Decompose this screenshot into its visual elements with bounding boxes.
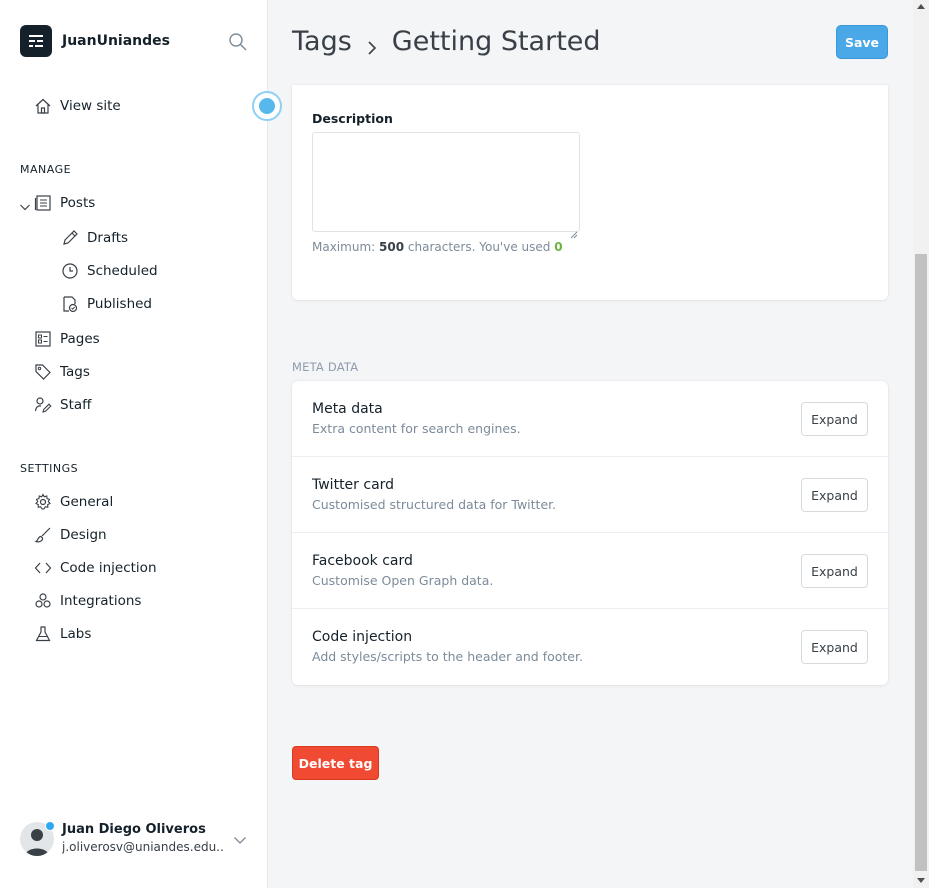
search-icon[interactable] [228,32,248,52]
chevron-down-icon[interactable] [19,198,31,211]
published-icon [61,295,79,313]
user-name: Juan Diego Oliveros [62,822,206,837]
meta-row-subtitle: Customised structured data for Twitter. [312,497,557,512]
nav-staff[interactable]: Staff [34,394,91,416]
nav-design-label: Design [60,527,107,543]
posts-icon [34,194,52,212]
code-icon [34,559,52,577]
scrollbar-thumb[interactable] [915,254,927,871]
nav-scheduled[interactable]: Scheduled [61,260,158,282]
expand-meta-data-button[interactable]: Expand [801,402,868,436]
meta-card: Meta data Extra content for search engin… [292,381,888,685]
description-textarea[interactable] [312,132,580,232]
expand-facebook-card-button[interactable]: Expand [801,554,868,588]
nav-integrations-label: Integrations [60,593,142,609]
description-card: Description Maximum: 500 characters. You… [292,85,888,300]
meta-row-title: Facebook card [312,553,413,569]
meta-row-title: Meta data [312,401,383,417]
page-title: Getting Started [391,26,601,57]
staff-icon [34,396,52,414]
nav-tags[interactable]: Tags [34,361,90,383]
gear-icon [34,493,52,511]
hint-middle: characters. You've used [407,240,551,254]
pencil-icon [61,229,79,247]
nav-drafts[interactable]: Drafts [61,227,128,249]
description-char-hint: Maximum: 500 characters. You've used 0 [312,240,563,254]
nav-view-site[interactable]: View site [34,95,121,117]
nav-labs[interactable]: Labs [34,623,91,645]
breadcrumb: Tags Getting Started [292,26,601,57]
integrations-icon [34,592,52,610]
brush-icon [34,526,52,544]
hint-max: 500 [379,240,405,254]
status-dot [45,821,55,831]
user-menu[interactable]: Juan Diego Oliveros j.oliverosv@uniandes… [20,820,255,860]
pages-icon [34,330,52,348]
clock-icon [61,262,79,280]
hint-used-count: 0 [554,240,563,254]
nav-view-site-label: View site [60,98,121,114]
nav-code-injection-label: Code injection [60,560,157,576]
breadcrumb-tags-link[interactable]: Tags [292,26,352,57]
nav-general[interactable]: General [34,491,113,513]
chevron-down-icon [233,832,247,846]
nav-general-label: General [60,494,114,510]
nav-posts-label: Posts [60,195,96,211]
expand-code-injection-button[interactable]: Expand [801,630,868,664]
nav-pages-label: Pages [60,331,100,347]
user-email: j.oliverosv@uniandes.edu.... [62,840,224,854]
resize-handle-icon[interactable] [570,224,578,239]
tag-icon [34,363,52,381]
nav-drafts-label: Drafts [87,230,129,246]
hint-prefix: Maximum: [312,240,376,254]
meta-row-title: Twitter card [312,477,395,493]
meta-row-facebook-card: Facebook card Customise Open Graph data.… [292,533,888,609]
meta-row-subtitle: Add styles/scripts to the header and foo… [312,649,583,664]
nav-pages[interactable]: Pages [34,328,100,350]
nav-integrations[interactable]: Integrations [34,590,141,612]
home-icon [34,97,52,115]
nav-published-label: Published [87,296,152,312]
nav-design[interactable]: Design [34,524,107,546]
nav-code-injection[interactable]: Code injection [34,557,157,579]
save-button[interactable]: Save [836,25,888,59]
meta-row-subtitle: Customise Open Graph data. [312,573,494,588]
nav-staff-label: Staff [60,397,92,413]
expand-twitter-card-button[interactable]: Expand [801,478,868,512]
scroll-up-arrow-icon[interactable] [917,4,925,9]
meta-row-title: Code injection [312,629,413,645]
nav-scheduled-label: Scheduled [87,263,158,279]
nav-posts[interactable]: Posts [34,192,95,214]
meta-row-subtitle: Extra content for search engines. [312,421,521,436]
chevron-right-icon [366,33,378,55]
meta-row-meta-data: Meta data Extra content for search engin… [292,381,888,457]
delete-tag-button[interactable]: Delete tag [292,746,379,780]
ghost-logo-icon [20,25,52,57]
nav-tags-label: Tags [60,364,90,380]
meta-section-heading: META DATA [292,360,359,374]
nav-published[interactable]: Published [61,293,152,315]
manage-section-label: MANAGE [20,163,72,176]
scrollbar[interactable] [913,0,929,888]
scroll-down-arrow-icon[interactable] [917,878,925,883]
site-name: JuanUniandes [62,33,170,49]
sidebar: JuanUniandes View site MANAGE Posts Draf… [0,0,282,888]
brand[interactable]: JuanUniandes [20,25,170,57]
settings-section-label: SETTINGS [20,462,79,475]
nav-labs-label: Labs [60,626,92,642]
main-content: Tags Getting Started Save Description Ma… [268,0,913,888]
description-label: Description [312,111,393,126]
meta-row-code-injection: Code injection Add styles/scripts to the… [292,609,888,685]
meta-row-twitter-card: Twitter card Customised structured data … [292,457,888,533]
flask-icon [34,625,52,643]
